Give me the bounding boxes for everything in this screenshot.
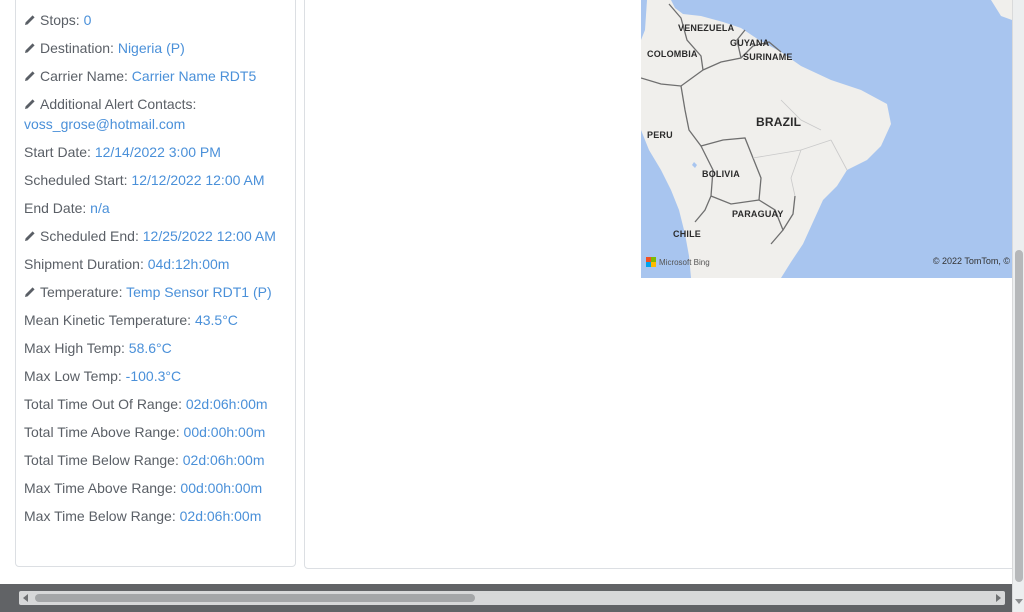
detail-value: 58.6°C (128, 340, 172, 356)
map-label-bolivia: BOLIVIA (702, 169, 740, 179)
detail-start-date: Start Date: 12/14/2022 3:00 PM (24, 142, 294, 162)
detail-label: Total Time Out Of Range: (24, 396, 182, 412)
shipment-map[interactable]: VENEZUELA GUYANA COLOMBIA SURINAME BRAZI… (641, 0, 1012, 278)
map-label-brazil: BRAZIL (756, 115, 802, 129)
shipment-details-panel: Stops: 0 Destination: Nigeria (P) Carrie… (15, 0, 296, 567)
scroll-right-arrow-icon[interactable] (996, 594, 1001, 602)
detail-label: Start Date: (24, 144, 91, 160)
detail-total-time-out-of-range: Total Time Out Of Range: 02d:06h:00m (24, 394, 294, 414)
detail-value[interactable]: Nigeria (P) (118, 40, 185, 56)
detail-max-time-above-range: Max Time Above Range: 00d:00h:00m (24, 478, 294, 498)
map-label-suriname: SURINAME (743, 52, 793, 62)
detail-label: Total Time Above Range: (24, 424, 180, 440)
map-label-guyana: GUYANA (730, 38, 770, 48)
map-label-paraguay: PARAGUAY (732, 209, 784, 219)
detail-label: End Date: (24, 200, 87, 216)
detail-temperature: Temperature: Temp Sensor RDT1 (P) (24, 282, 294, 302)
detail-value[interactable]: Temp Sensor RDT1 (P) (126, 284, 271, 300)
map-attribution[interactable]: © 2022 TomTom, © (933, 256, 1010, 266)
bing-logo: Microsoft Bing (646, 257, 710, 267)
horizontal-scrollbar-thumb[interactable] (35, 594, 475, 602)
map-label-venezuela: VENEZUELA (678, 23, 735, 33)
pencil-icon[interactable] (24, 42, 36, 54)
detail-value: 12/14/2022 3:00 PM (94, 144, 221, 160)
detail-label: Total Time Below Range: (24, 452, 179, 468)
detail-label: Max Time Below Range: (24, 508, 176, 524)
vertical-scrollbar-thumb[interactable] (1015, 250, 1023, 582)
scroll-down-arrow-icon[interactable] (1015, 599, 1023, 604)
detail-value: 04d:12h:00m (147, 256, 230, 272)
detail-total-time-above-range: Total Time Above Range: 00d:00h:00m (24, 422, 294, 442)
detail-label: Mean Kinetic Temperature: (24, 312, 192, 328)
detail-value: 02d:06h:00m (179, 508, 262, 524)
detail-value: n/a (90, 200, 110, 216)
detail-value: 12/12/2022 12:00 AM (131, 172, 265, 188)
detail-value[interactable]: 12/25/2022 12:00 AM (143, 228, 276, 244)
detail-label: Max Time Above Range: (24, 480, 177, 496)
detail-label: Max High Temp: (24, 340, 125, 356)
detail-label: Shipment Duration: (24, 256, 144, 272)
detail-destination: Destination: Nigeria (P) (24, 38, 294, 58)
pencil-icon[interactable] (24, 70, 36, 82)
detail-label: Carrier Name: (40, 68, 128, 84)
detail-stops: Stops: 0 (24, 10, 294, 30)
detail-value[interactable]: 0 (84, 12, 92, 28)
detail-carrier-name: Carrier Name: Carrier Name RDT5 (24, 66, 294, 86)
map-label-peru: PERU (647, 130, 673, 140)
detail-label: Stops: (40, 12, 80, 28)
detail-scheduled-end: Scheduled End: 12/25/2022 12:00 AM (24, 226, 294, 246)
horizontal-scrollbar[interactable] (19, 591, 1005, 605)
detail-value[interactable]: Carrier Name RDT5 (132, 68, 256, 84)
detail-label: Max Low Temp: (24, 368, 122, 384)
microsoft-logo-icon (646, 257, 656, 267)
map-provider: Microsoft Bing (659, 257, 710, 267)
detail-label: Scheduled Start: (24, 172, 128, 188)
detail-scheduled-start: Scheduled Start: 12/12/2022 12:00 AM (24, 170, 294, 190)
detail-max-time-below-range: Max Time Below Range: 02d:06h:00m (24, 506, 294, 526)
detail-shipment-duration: Shipment Duration: 04d:12h:00m (24, 254, 294, 274)
detail-max-low-temp: Max Low Temp: -100.3°C (24, 366, 294, 386)
detail-label: Temperature: (40, 284, 123, 300)
detail-end-date: End Date: n/a (24, 198, 294, 218)
detail-label: Additional Alert Contacts: (40, 96, 197, 112)
map-label-chile: CHILE (673, 229, 701, 239)
detail-mean-kinetic-temperature: Mean Kinetic Temperature: 43.5°C (24, 310, 294, 330)
pencil-icon[interactable] (24, 98, 36, 110)
detail-value: 43.5°C (194, 312, 238, 328)
pencil-icon[interactable] (24, 14, 36, 26)
detail-label: Destination: (40, 40, 114, 56)
detail-value: 00d:00h:00m (183, 424, 266, 440)
pencil-icon[interactable] (24, 230, 36, 242)
map-label-colombia: COLOMBIA (647, 49, 698, 59)
page: Stops: 0 Destination: Nigeria (P) Carrie… (0, 0, 1016, 584)
detail-value: 00d:00h:00m (180, 480, 263, 496)
detail-label: Scheduled End: (40, 228, 139, 244)
detail-additional-alert-contacts: Additional Alert Contacts: voss_grose@hot… (24, 94, 294, 134)
pencil-icon[interactable] (24, 286, 36, 298)
detail-max-high-temp: Max High Temp: 58.6°C (24, 338, 294, 358)
detail-value: 02d:06h:00m (185, 396, 268, 412)
detail-value: -100.3°C (125, 368, 182, 384)
detail-value[interactable]: voss_grose@hotmail.com (24, 116, 185, 132)
vertical-scrollbar[interactable] (1012, 0, 1024, 612)
detail-total-time-below-range: Total Time Below Range: 02d:06h:00m (24, 450, 294, 470)
detail-value: 02d:06h:00m (182, 452, 265, 468)
scroll-left-arrow-icon[interactable] (23, 594, 28, 602)
